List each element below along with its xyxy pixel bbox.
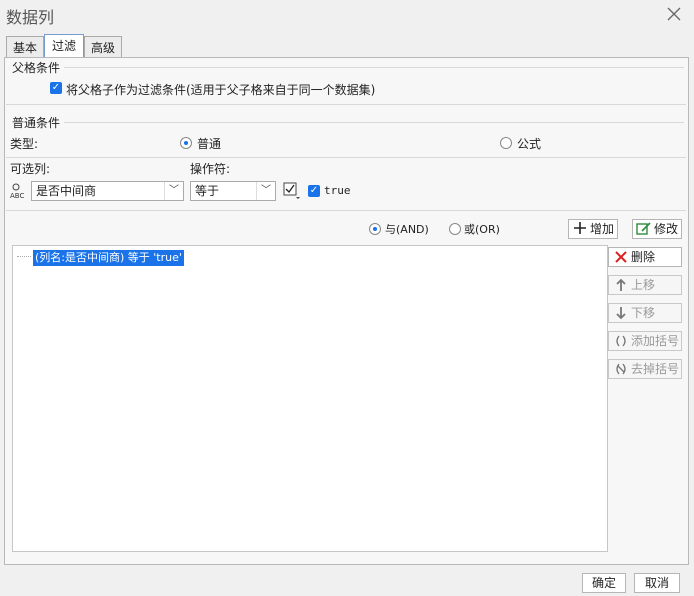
modify-button-label: 修改 [654,222,679,236]
value-type-icon[interactable] [282,181,302,201]
arrow-up-icon [613,277,629,293]
parent-filter-checkbox[interactable]: ✓ [50,82,62,94]
type-formula-label: 公式 [517,137,542,151]
and-radio[interactable] [369,223,381,235]
or-label: 或(OR) [464,223,500,236]
type-formula-radio[interactable] [500,137,512,149]
conditions-list[interactable]: (列名:是否中间商) 等于 'true' [12,245,608,552]
delete-button[interactable]: 删除 [608,247,682,267]
tab-filter[interactable]: 过滤 [44,34,84,58]
divider [6,104,686,105]
arrow-down-icon [613,305,629,321]
value-checkbox-label: true [324,184,351,197]
move-up-label: 上移 [631,278,656,292]
close-icon[interactable] [664,4,684,24]
plus-icon [573,221,587,240]
ok-button[interactable]: 确定 [582,573,626,593]
remove-bracket-button[interactable]: 去掉括号 [608,359,682,379]
add-bracket-button[interactable]: 添加括号 [608,331,682,351]
chevron-down-icon: ﹀ [256,182,275,200]
column-select[interactable]: 是否中间商 ﹀ [31,181,184,201]
remove-bracket-label: 去掉括号 [631,362,680,376]
normal-condition-title: 普通条件 [12,116,61,130]
add-button-label: 增加 [590,222,615,236]
operator-select-value: 等于 [195,184,220,198]
type-normal-label: 普通 [197,137,222,151]
remove-bracket-icon [613,361,629,377]
bracket-icon [613,333,629,349]
type-label: 类型: [10,137,39,151]
or-radio[interactable] [449,223,461,235]
modify-icon [636,221,652,242]
list-item[interactable]: (列名:是否中间商) 等于 'true' [33,250,184,266]
divider [6,157,686,158]
delete-button-label: 删除 [631,250,656,264]
column-label: 可选列: [10,162,51,176]
divider [64,122,684,123]
svg-text:ABC: ABC [10,192,24,200]
tree-connector [17,256,31,258]
move-down-label: 下移 [631,306,656,320]
parent-filter-label: 将父格子作为过滤条件(适用于父子格来自于同一个数据集) [66,83,376,97]
operator-select[interactable]: 等于 ﹀ [190,181,276,201]
divider [64,67,684,68]
tab-advanced[interactable]: 高级 [84,36,122,58]
add-bracket-label: 添加括号 [631,334,680,348]
modify-button[interactable]: 修改 [632,219,682,239]
window-title: 数据列 [6,8,55,27]
operator-label: 操作符: [190,162,231,176]
divider [6,210,686,211]
move-up-button[interactable]: 上移 [608,275,682,295]
tab-basic[interactable]: 基本 [6,36,44,58]
delete-icon [613,249,629,265]
value-checkbox[interactable]: ✓ [308,185,320,197]
move-down-button[interactable]: 下移 [608,303,682,323]
column-select-value: 是否中间商 [36,184,97,198]
add-button[interactable]: 增加 [568,219,618,239]
type-normal-radio[interactable] [180,137,192,149]
and-label: 与(AND) [385,223,429,236]
cancel-button[interactable]: 取消 [634,573,680,593]
chevron-down-icon: ﹀ [164,182,183,200]
column-type-icon: ABC [9,182,31,200]
parent-condition-title: 父格条件 [12,61,61,75]
